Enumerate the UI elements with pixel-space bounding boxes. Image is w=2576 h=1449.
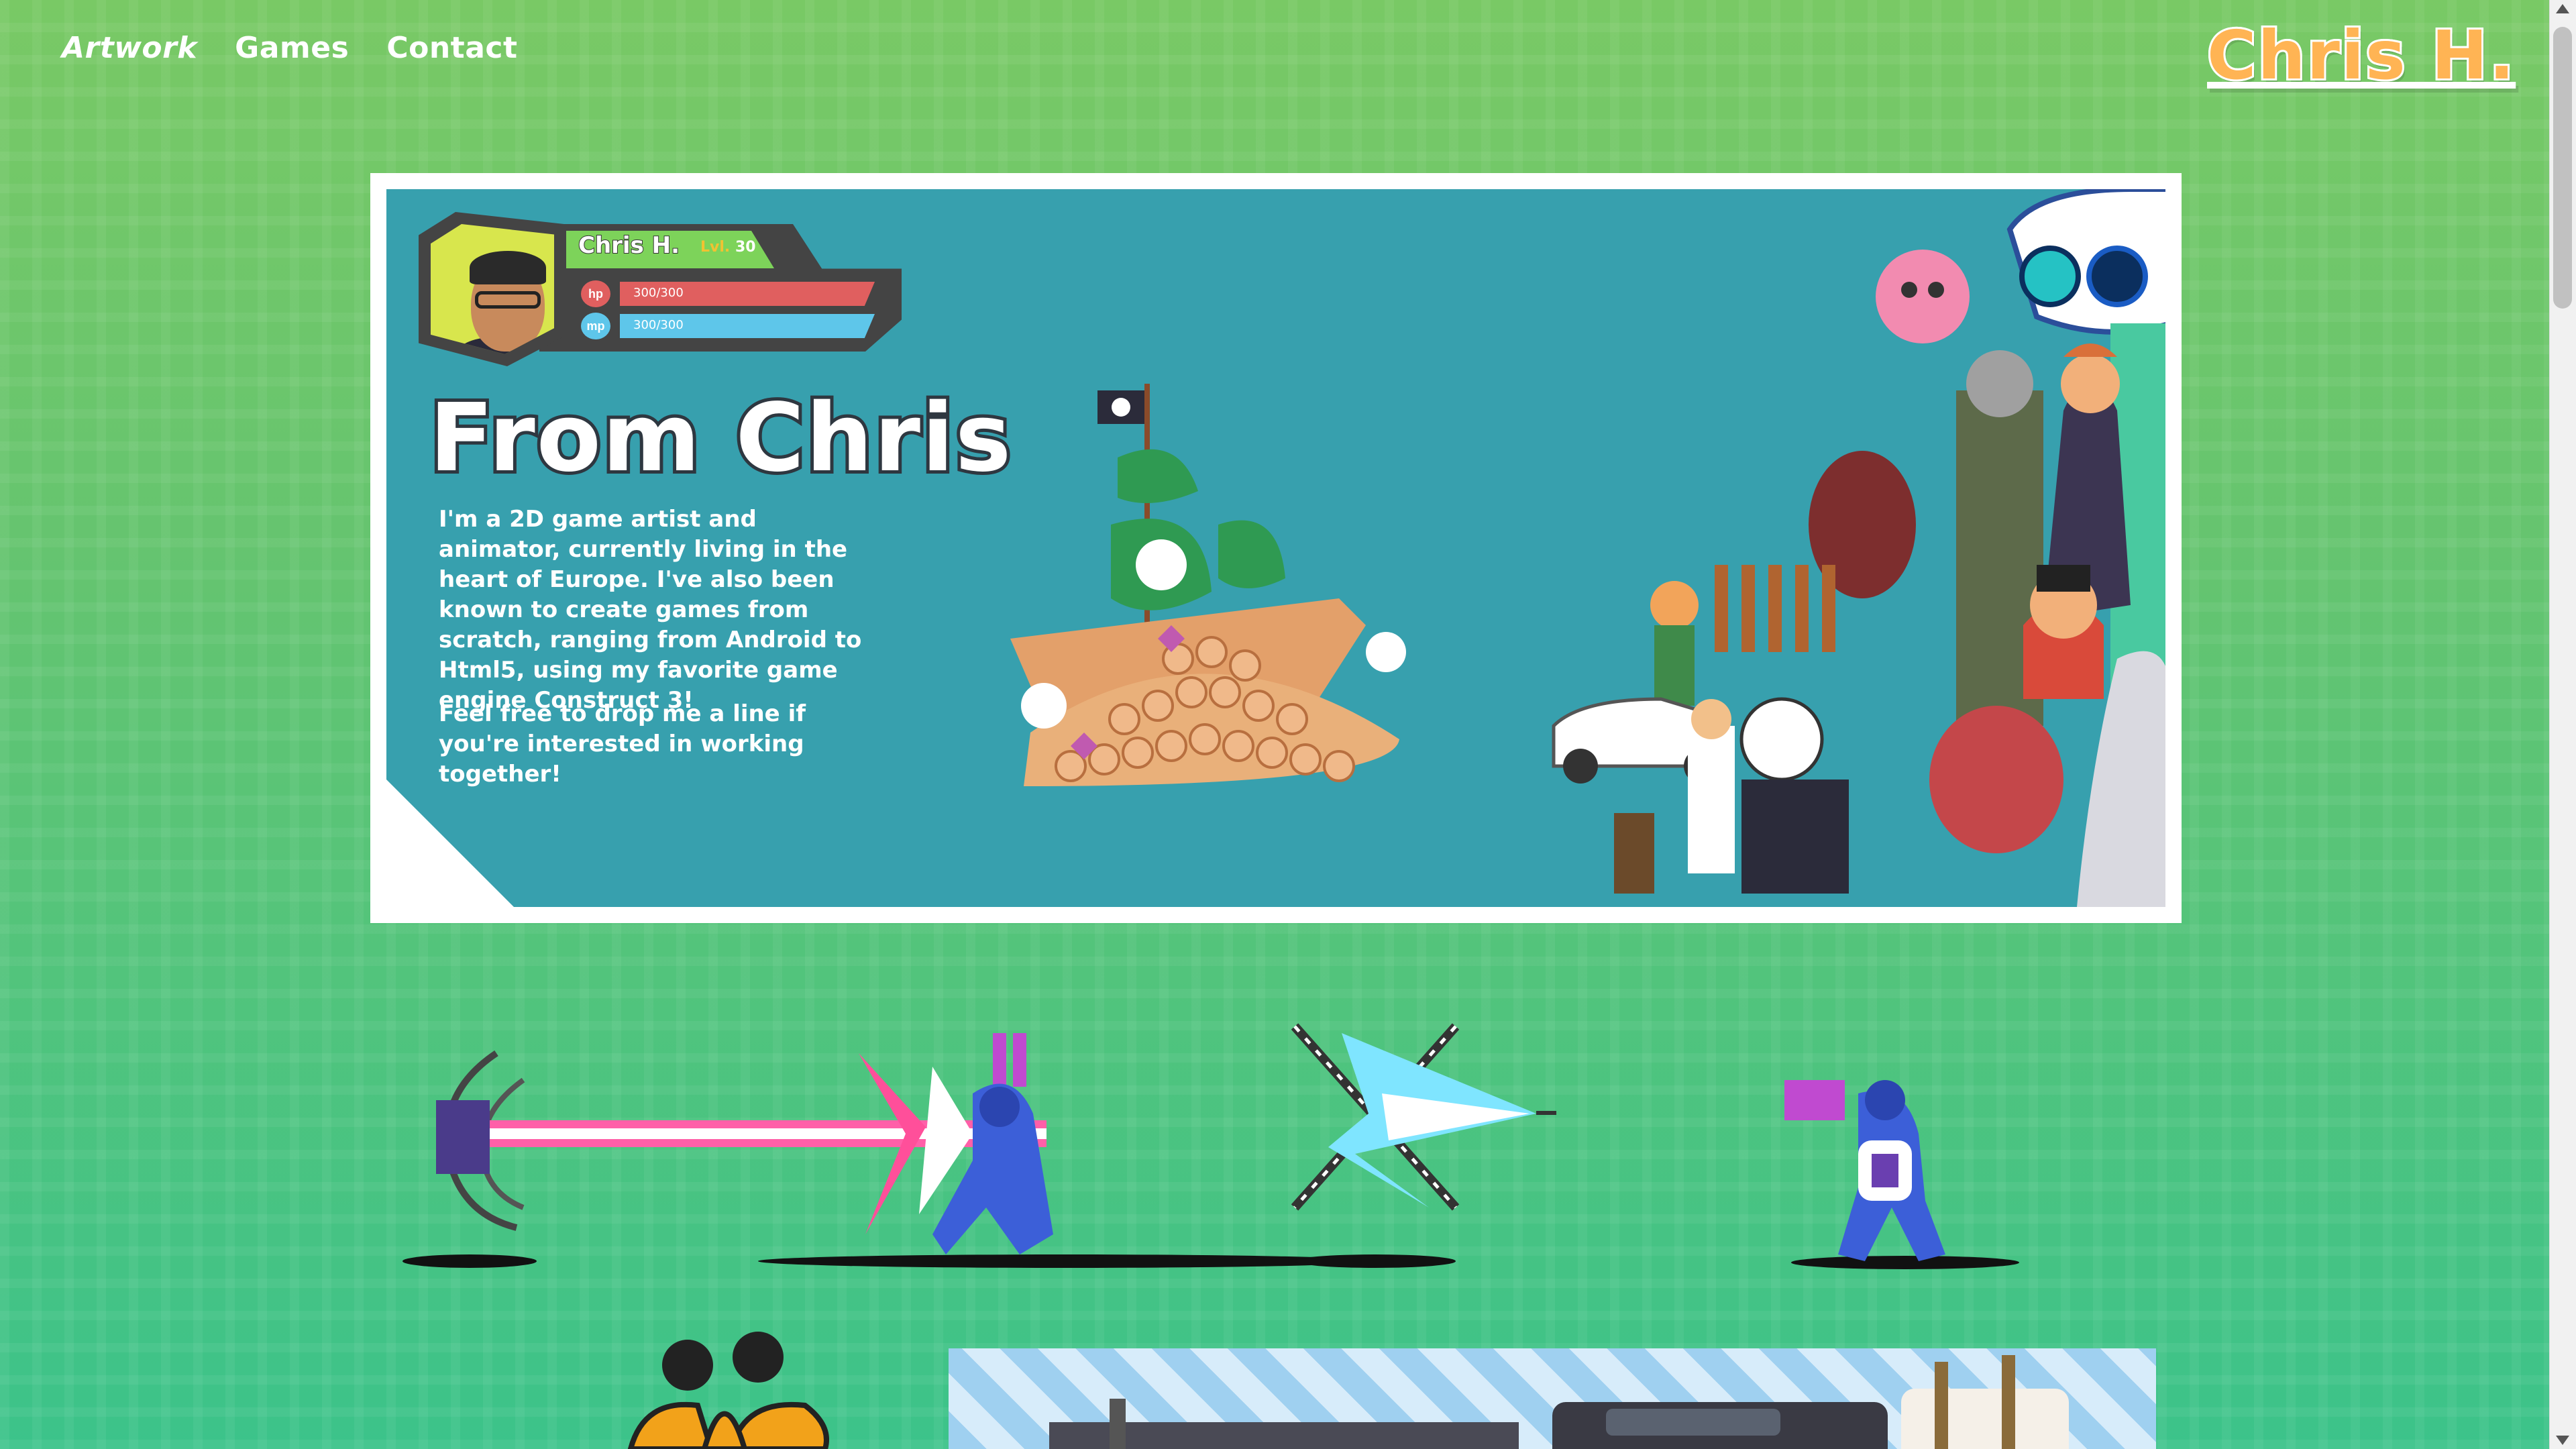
hero-banner: Chris H. Lvl. 30 hp 300/300 mp 300/300 F… bbox=[386, 189, 2165, 907]
nav-link-games[interactable]: Games bbox=[235, 31, 349, 65]
giraffe-illustration bbox=[627, 1332, 829, 1449]
hero-intro-text: I'm a 2D game artist and animator, curre… bbox=[439, 506, 862, 714]
hero-banner-frame: Chris H. Lvl. 30 hp 300/300 mp 300/300 F… bbox=[370, 173, 2182, 923]
nav-link-contact[interactable]: Contact bbox=[386, 31, 517, 65]
mp-icon: mp bbox=[581, 313, 610, 339]
avatar-hair bbox=[470, 251, 546, 284]
chevron-down-icon[interactable] bbox=[2556, 1436, 2569, 1445]
chevron-up-icon[interactable] bbox=[2556, 4, 2569, 13]
picnic-scene-objects bbox=[1049, 1355, 2069, 1449]
avatar-glasses bbox=[475, 291, 541, 309]
level-prefix: Lvl. bbox=[700, 239, 731, 256]
site-logo[interactable]: Chris H. bbox=[2205, 14, 2516, 97]
hp-value: 300/300 bbox=[633, 286, 684, 300]
player-level: Lvl. 30 bbox=[700, 239, 756, 256]
nav-link-artwork[interactable]: Artwork bbox=[62, 31, 197, 65]
level-value: 30 bbox=[735, 239, 756, 256]
pirate-ship-illustration bbox=[1010, 384, 1406, 786]
player-name: Chris H. bbox=[578, 231, 680, 260]
scrollbar-thumb[interactable] bbox=[2553, 27, 2572, 309]
hero-title: From Chris bbox=[426, 380, 1014, 496]
page-scrollbar[interactable] bbox=[2549, 0, 2576, 1449]
main-nav: Artwork Games Contact bbox=[62, 31, 518, 65]
character-collage-illustration bbox=[1552, 189, 2165, 907]
sprite-animation-strip bbox=[402, 1023, 2019, 1269]
hp-icon: hp bbox=[581, 280, 610, 307]
avatar-frame bbox=[419, 212, 566, 366]
mp-value: 300/300 bbox=[633, 318, 684, 332]
avatar-bg bbox=[431, 224, 554, 354]
player-status-badge: Chris H. Lvl. 30 hp 300/300 mp 300/300 bbox=[419, 212, 902, 366]
hero-corner-triangle bbox=[378, 851, 419, 891]
hero-contact-text: Feel free to drop me a line if you're in… bbox=[439, 700, 806, 788]
